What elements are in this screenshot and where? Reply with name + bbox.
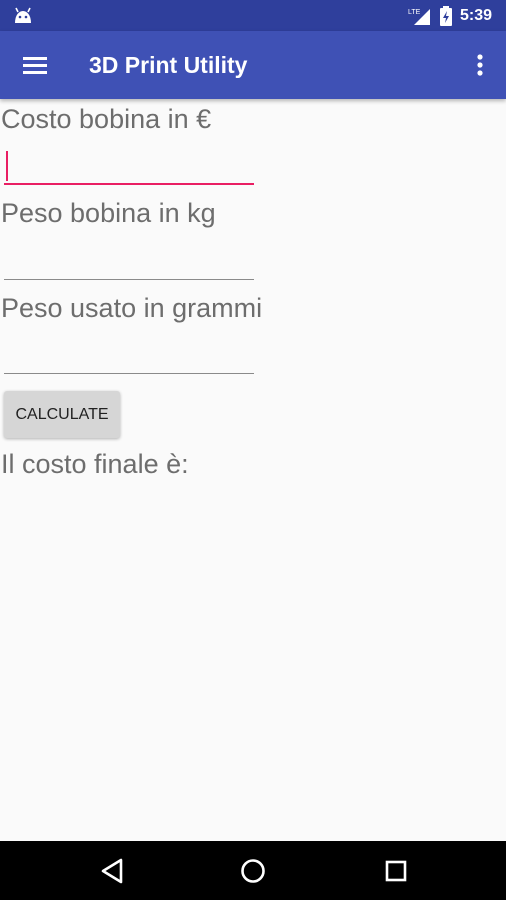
battery-icon <box>439 5 452 26</box>
spool-weight-label: Peso bobina in kg <box>1 198 216 228</box>
used-weight-input[interactable] <box>4 330 254 374</box>
home-icon[interactable] <box>237 855 269 887</box>
status-bar: LTE 5:39 <box>0 0 506 31</box>
spool-cost-input[interactable] <box>4 141 254 185</box>
android-icon <box>15 7 31 23</box>
navigation-bar <box>0 841 506 900</box>
more-vert-icon[interactable] <box>468 49 492 81</box>
calculate-button[interactable]: CALCULATE <box>4 391 120 438</box>
used-weight-label: Peso usato in grammi <box>1 293 263 323</box>
result-label: Il costo finale è: <box>1 449 189 479</box>
back-icon[interactable] <box>97 855 129 887</box>
menu-icon[interactable] <box>20 51 50 79</box>
app-bar: 3D Print Utility <box>0 31 506 99</box>
signal-icon: LTE <box>408 8 430 25</box>
network-type: LTE <box>408 9 421 16</box>
recents-icon[interactable] <box>380 855 412 887</box>
spool-weight-input[interactable] <box>4 236 254 280</box>
app-title: 3D Print Utility <box>89 52 248 78</box>
clock: 5:39 <box>459 6 492 24</box>
text-cursor <box>6 151 8 181</box>
spool-cost-label: Costo bobina in € <box>1 104 212 134</box>
status-icons: LTE 5:39 <box>408 0 492 31</box>
